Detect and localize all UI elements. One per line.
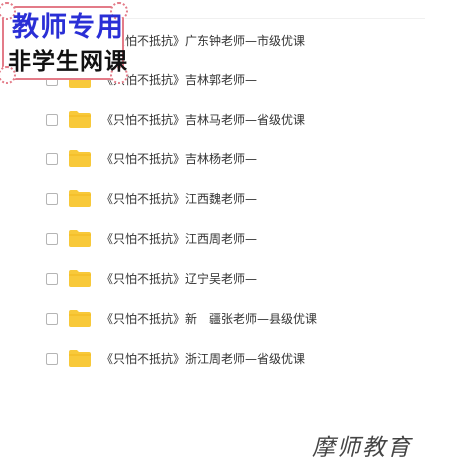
file-name[interactable]: 《只怕不抵抗》吉林马老师—省级优课 — [101, 112, 305, 128]
file-name[interactable]: 《只怕不抵抗》浙江周老师—省级优课 — [101, 351, 305, 367]
file-name[interactable]: 《只怕不抵抗》广东钟老师—市级优课 — [101, 33, 305, 49]
file-name[interactable]: 《只怕不抵抗》江西周老师— — [101, 231, 257, 247]
list-item[interactable]: 《只怕不抵抗》辽宁吴老师— — [40, 260, 440, 300]
folder-icon — [69, 350, 91, 367]
watermark-text: 摩师教育 — [312, 435, 412, 461]
row-checkbox[interactable] — [46, 114, 58, 126]
folder-icon — [69, 230, 91, 247]
list-item[interactable]: 《只怕不抵抗》江西魏老师— — [40, 180, 440, 220]
row-checkbox[interactable] — [46, 233, 58, 245]
file-name[interactable]: 《只怕不抵抗》吉林杨老师— — [101, 151, 257, 167]
list-item[interactable]: 《只怕不抵抗》浙江周老师—省级优课 — [40, 340, 440, 380]
row-checkbox[interactable] — [46, 273, 58, 285]
folder-icon — [69, 270, 91, 287]
row-checkbox[interactable] — [46, 313, 58, 325]
badge-title: 教师专用 — [12, 12, 124, 43]
folder-icon — [69, 111, 91, 128]
list-item[interactable]: 《只怕不抵抗》吉林马老师—省级优课 — [40, 101, 440, 141]
folder-icon — [69, 150, 91, 167]
list-item[interactable]: 《只怕不抵抗》江西周老师— — [40, 220, 440, 260]
badge-subtitle: 非学生网课 — [8, 49, 128, 75]
list-item[interactable]: 《只怕不抵抗》新 疆张老师—县级优课 — [40, 300, 440, 340]
row-checkbox[interactable] — [46, 153, 58, 165]
file-name[interactable]: 《只怕不抵抗》新 疆张老师—县级优课 — [101, 311, 317, 327]
folder-icon — [69, 310, 91, 327]
row-checkbox[interactable] — [46, 193, 58, 205]
file-name[interactable]: 《只怕不抵抗》辽宁吴老师— — [101, 271, 257, 287]
list-top-divider — [125, 18, 425, 19]
list-item[interactable]: 《只怕不抵抗》吉林杨老师— — [40, 140, 440, 180]
teacher-only-badge: 教师专用 非学生网课 — [0, 2, 128, 84]
row-checkbox[interactable] — [46, 353, 58, 365]
folder-icon — [69, 190, 91, 207]
file-name[interactable]: 《只怕不抵抗》江西魏老师— — [101, 191, 257, 207]
